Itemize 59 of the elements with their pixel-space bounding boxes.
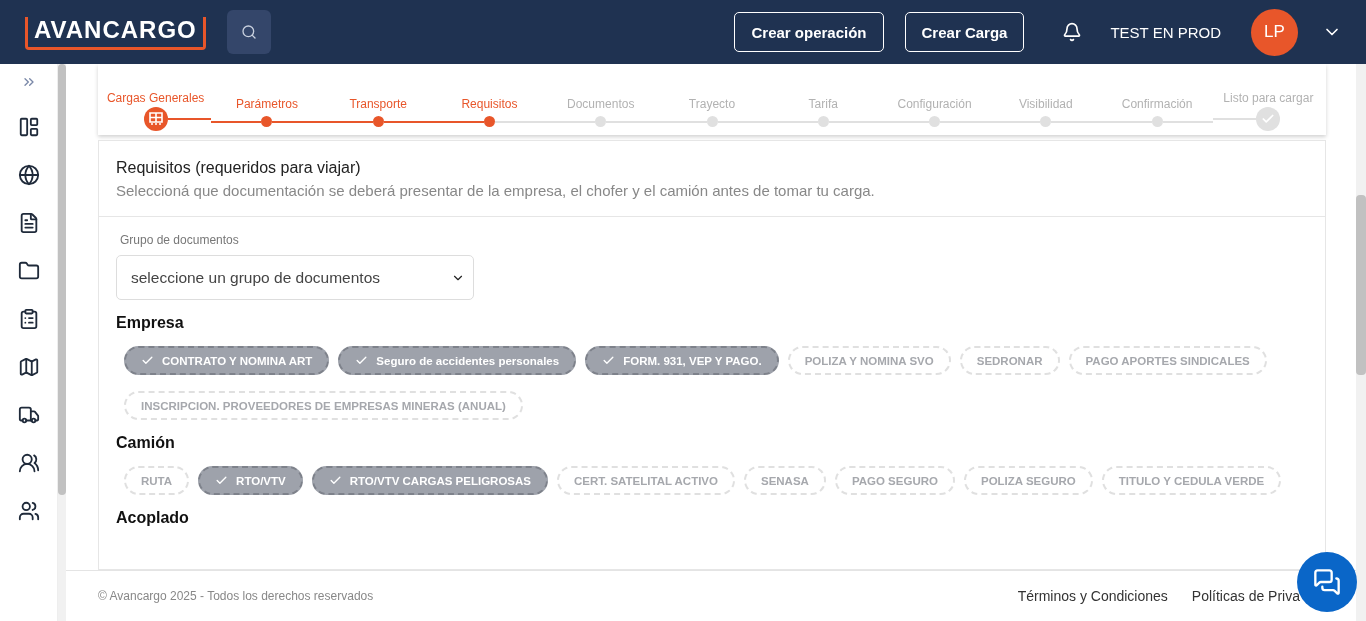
step-label: Trayecto (688, 97, 736, 111)
requirement-chip[interactable]: Seguro de accidentes personales (338, 346, 577, 375)
avatar[interactable]: LP (1251, 8, 1298, 56)
requirement-chip[interactable]: RTO/VTV CARGAS PELIGROSAS (311, 466, 548, 495)
requirement-chip[interactable]: POLIZA SEGURO (963, 466, 1093, 495)
copyright: © Avancargo 2025 - Todos los derechos reservados (98, 589, 374, 603)
map-icon[interactable] (17, 356, 40, 378)
notification-bell-icon[interactable] (1062, 22, 1083, 42)
step-label: Listo para cargar (1223, 91, 1314, 105)
check-icon (602, 354, 616, 367)
header-button[interactable]: Crear operación (734, 12, 884, 52)
search-icon (240, 24, 257, 40)
section-description: Seleccioná que documentación se deberá presentar de la empresa, el chofer y el camión antes de tomar tu carga. (116, 182, 876, 199)
step-label: Cargas Generales (106, 91, 205, 105)
requirement-chip[interactable]: RTO/VTV (198, 466, 303, 495)
requirement-chip[interactable]: FORM. 931, VEP Y PAGO. (585, 346, 779, 375)
search-button[interactable] (226, 10, 271, 54)
footer-link[interactable]: Políticas de Priva (1191, 588, 1300, 604)
group-title: Empresa (116, 314, 185, 332)
truck-icon[interactable] (17, 404, 40, 426)
step-label: Visibilidad (1018, 97, 1073, 111)
field-label: Grupo de documentos (120, 233, 240, 247)
step-label: Confirmación (1121, 97, 1193, 111)
layout-icon[interactable] (17, 116, 40, 138)
group-title: Camión (116, 434, 176, 452)
requirement-chip[interactable]: TITULO Y CEDULA VERDE (1101, 466, 1282, 495)
globe-icon[interactable] (17, 164, 40, 186)
check-icon (328, 474, 342, 487)
requirement-chip[interactable]: PAGO SEGURO (834, 466, 955, 495)
check-icon (141, 354, 154, 367)
step-label: Requisitos (461, 97, 518, 111)
chat-icon (1313, 568, 1341, 596)
step-label: Parámetros (235, 97, 298, 111)
footer-link[interactable]: Términos y Condiciones (1017, 588, 1168, 604)
group-icon[interactable] (17, 452, 40, 474)
step-label: Configuración (897, 97, 972, 111)
document-group-select[interactable]: seleccione un grupo de documentos (116, 255, 474, 300)
requirement-chip[interactable]: SEDRONAR (959, 346, 1060, 375)
header-button[interactable]: Crear Carga (904, 12, 1025, 52)
users-icon[interactable] (17, 500, 40, 522)
requirement-chip[interactable]: POLIZA Y NOMINA SVO (787, 346, 951, 375)
requirement-chip[interactable]: CONTRATO Y NOMINA ART (124, 346, 330, 375)
check-icon (355, 354, 369, 367)
logo[interactable]: AVANCARGO (25, 16, 206, 50)
step-label: Documentos (567, 97, 635, 111)
step-label: Tarifa (808, 97, 838, 111)
requirement-chip[interactable]: CERT. SATELITAL ACTIVO (557, 466, 735, 495)
requirement-chip[interactable]: PAGO APORTES SINDICALES (1068, 346, 1267, 375)
section-title: Requisitos (requeridos para viajar) (116, 159, 362, 177)
user-name: TEST EN PROD (1110, 23, 1221, 41)
check-icon (215, 474, 229, 487)
requirement-chip[interactable]: RUTA (124, 466, 190, 495)
scrollbar[interactable] (1356, 64, 1366, 621)
step-label: Transporte (349, 97, 407, 111)
requirement-chip[interactable]: INSCRIPCION. PROVEEDORES DE EMPRESAS MINERAS (ANUAL) (124, 391, 523, 420)
folder-icon[interactable] (17, 260, 40, 282)
group-title: Acoplado (116, 509, 190, 527)
scrollbar[interactable] (58, 64, 66, 621)
requirement-chip[interactable]: SENASA (743, 466, 826, 495)
